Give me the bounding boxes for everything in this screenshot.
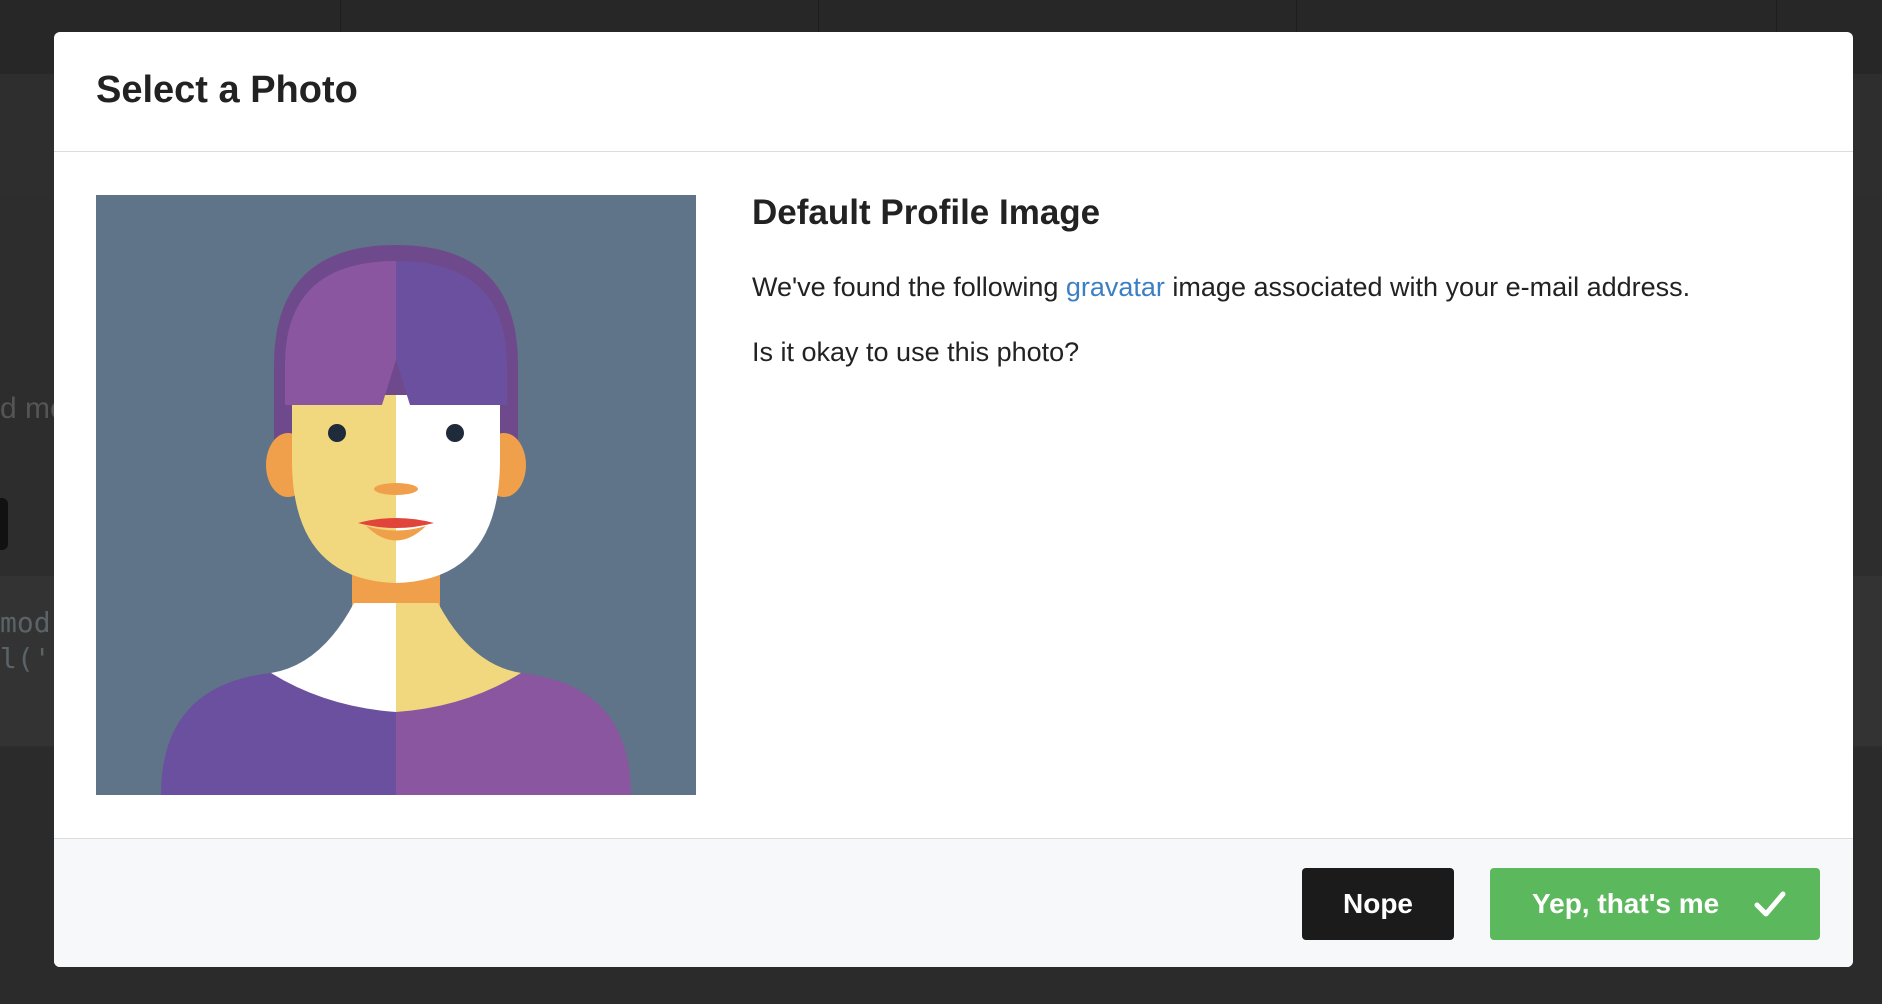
modal-footer: Nope Yep, that's me [54, 838, 1853, 967]
description-text: We've found the following [752, 272, 1066, 302]
info-description: We've found the following gravatar image… [752, 270, 1802, 305]
check-icon [1754, 891, 1786, 917]
background-code-line: mod [0, 606, 51, 639]
select-photo-modal: Select a Photo Default Profile Image We'… [54, 32, 1853, 967]
confirm-button-label: Yep, that's me [1532, 888, 1720, 919]
info-panel: Default Profile Image We've found the fo… [752, 192, 1802, 370]
modal-header: Select a Photo [54, 32, 1853, 152]
description-text: image associated with your e-mail addres… [1164, 272, 1691, 302]
info-question: Is it okay to use this photo? [752, 337, 1080, 368]
nope-button[interactable]: Nope [1302, 868, 1454, 940]
gravatar-avatar-image [96, 195, 696, 795]
gravatar-link[interactable]: gravatar [1066, 272, 1165, 302]
confirm-photo-button[interactable]: Yep, that's me [1490, 868, 1820, 940]
info-title: Default Profile Image [752, 193, 1101, 232]
modal-body: Default Profile Image We've found the fo… [54, 152, 1853, 870]
background-code-line: l(' [0, 642, 51, 675]
modal-title: Select a Photo [96, 69, 358, 111]
background-button [0, 498, 8, 550]
